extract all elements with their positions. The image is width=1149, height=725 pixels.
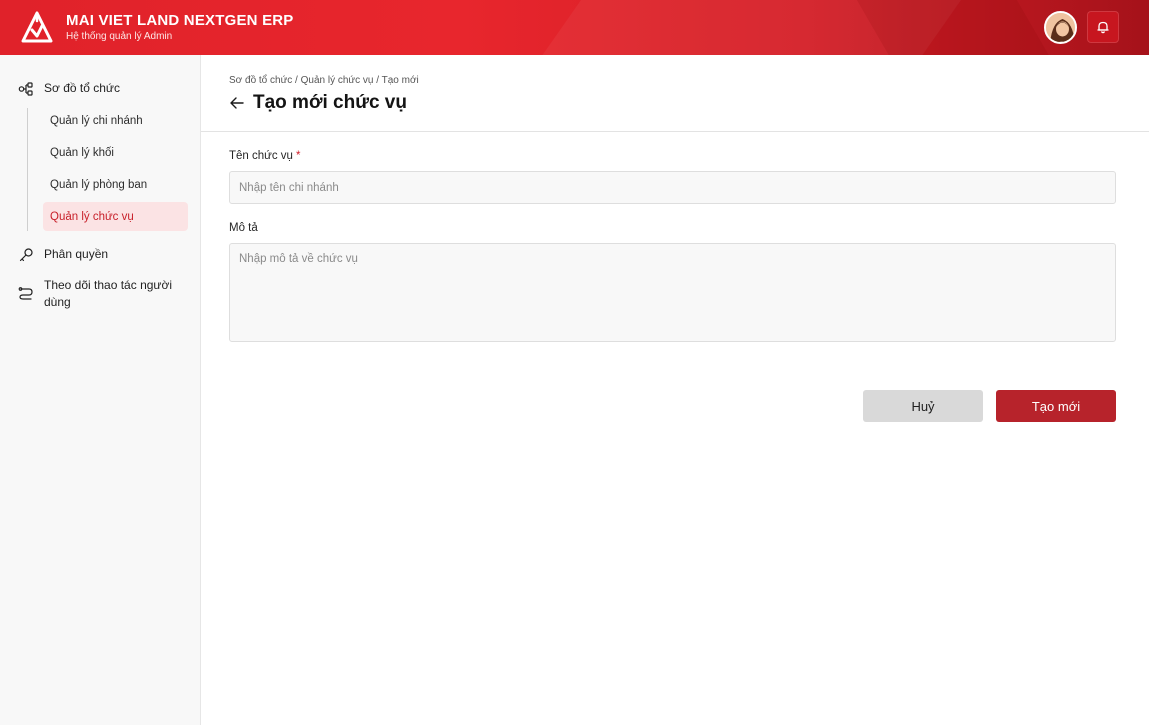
header-divider bbox=[201, 131, 1149, 132]
route-icon bbox=[18, 287, 33, 300]
top-header: MAI VIET LAND NEXTGEN ERP Hệ thống quản … bbox=[0, 0, 1149, 55]
app-title: MAI VIET LAND NEXTGEN ERP bbox=[66, 12, 294, 29]
sidebar-item-activity-log[interactable]: Theo dõi thao tác người dùng bbox=[18, 277, 178, 311]
sidebar-subitem-label: Quản lý khối bbox=[50, 146, 114, 159]
org-chart-icon bbox=[18, 82, 33, 96]
tree-guide-line bbox=[27, 108, 28, 231]
sidebar-subitem-label: Quản lý chức vụ bbox=[50, 210, 134, 223]
sidebar-subitem-label: Quản lý chi nhánh bbox=[50, 114, 143, 127]
sidebar-item-org-chart[interactable]: Sơ đồ tổ chức bbox=[18, 81, 120, 97]
sidebar-item-permissions[interactable]: Phân quyền bbox=[18, 247, 108, 263]
sidebar-item-branch[interactable]: Quản lý chi nhánh bbox=[43, 106, 188, 135]
user-avatar[interactable] bbox=[1044, 11, 1077, 44]
notification-button[interactable] bbox=[1087, 11, 1119, 43]
sidebar-item-position[interactable]: Quản lý chức vụ bbox=[43, 202, 188, 231]
app-subtitle: Hệ thống quản lý Admin bbox=[66, 31, 173, 42]
required-marker: * bbox=[295, 150, 301, 162]
sidebar-item-label: Phân quyền bbox=[44, 247, 109, 261]
sidebar-item-department[interactable]: Quản lý phòng ban bbox=[43, 170, 188, 199]
bell-icon bbox=[1097, 21, 1109, 34]
position-name-label: Tên chức vụ * bbox=[229, 150, 300, 162]
sidebar: Sơ đồ tổ chức Quản lý chi nhánh Quản lý … bbox=[0, 55, 201, 725]
avatar-portrait-icon bbox=[1046, 13, 1075, 42]
description-textarea[interactable] bbox=[229, 243, 1116, 342]
cancel-button[interactable]: Huỷ bbox=[863, 390, 983, 422]
position-name-label-text: Tên chức vụ bbox=[229, 150, 293, 162]
sidebar-item-label: Theo dõi thao tác người dùng bbox=[44, 278, 172, 309]
sidebar-item-block[interactable]: Quản lý khối bbox=[43, 138, 188, 167]
description-label: Mô tả bbox=[229, 222, 258, 234]
sidebar-item-label: Sơ đồ tổ chức bbox=[44, 81, 120, 95]
breadcrumb: Sơ đồ tổ chức / Quản lý chức vụ / Tạo mớ… bbox=[229, 75, 419, 86]
sidebar-subitem-label: Quản lý phòng ban bbox=[50, 178, 148, 191]
key-icon bbox=[19, 248, 33, 262]
create-button[interactable]: Tạo mới bbox=[996, 390, 1116, 422]
position-name-input[interactable] bbox=[229, 171, 1116, 204]
mvl-triangle-logo-icon[interactable] bbox=[21, 11, 53, 45]
page-title: Tạo mới chức vụ bbox=[253, 92, 407, 113]
arrow-left-icon[interactable] bbox=[229, 95, 245, 111]
page-title-row: Tạo mới chức vụ bbox=[229, 92, 407, 114]
